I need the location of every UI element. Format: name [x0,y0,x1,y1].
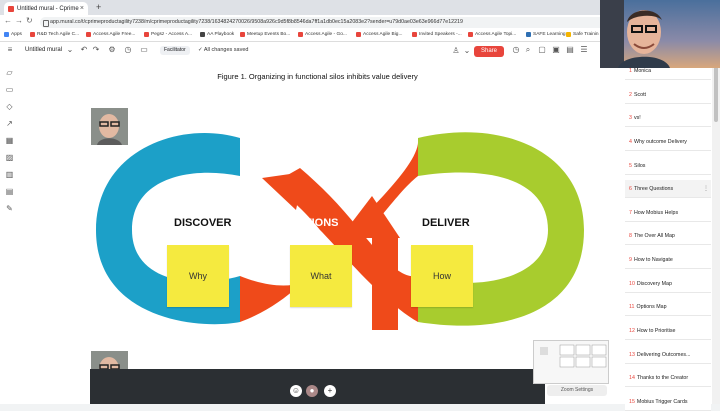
discover-label: DISCOVER [174,217,232,229]
add-icon[interactable]: + [324,385,336,397]
outline-item[interactable]: 10 Discovery Map [625,275,711,293]
outline-item[interactable]: 8 The Over All Map [625,227,711,245]
outline-item[interactable]: 7 How Mobius Helps [625,204,711,222]
minimap-thumbnails [540,344,607,368]
outline-item[interactable]: 2 Scott [625,86,711,104]
outline-item[interactable]: 13 Delivering Outcomes... [625,346,711,364]
outline-item[interactable]: 14 Thanks to the Creator [625,369,711,387]
sticky-note-why[interactable]: Why [167,245,229,307]
deliver-label: DELIVER [422,217,470,229]
outline-item[interactable]: 11 Options Map [625,298,711,316]
zoom-settings-button[interactable]: Zoom Settings [547,385,607,396]
minimap[interactable] [533,340,609,384]
outline-item[interactable]: 5 Silos [625,157,711,175]
webcam-video [600,0,720,68]
outline-item[interactable]: 3 vs! [625,109,711,127]
outline-item-selected[interactable]: 6 Three Questions ⋮ [625,180,711,198]
options-label: OPTIONS [289,217,339,229]
avatar[interactable]: ● [306,385,318,397]
avatar [91,108,128,145]
sticky-note-how[interactable]: How [411,245,473,307]
outline-item[interactable]: 12 How to Prioritise [625,322,711,340]
sticky-note-what[interactable]: What [290,245,352,307]
more-icon[interactable]: ⋮ [703,180,709,198]
outline-item[interactable]: 4 Why outcome Delivery [625,133,711,151]
reaction-icon[interactable]: ☺ [290,385,302,397]
outline-panel: 1 Monica 2 Scott 3 vs! 4 Why outcome Deliver… [620,60,712,411]
outline-scrollbar-thumb[interactable] [714,62,718,122]
outline-item[interactable]: 15 Mobius Trigger Cards [625,393,711,411]
outline-item[interactable]: 9 How to Navigate [625,251,711,269]
dark-image-area [90,369,545,404]
